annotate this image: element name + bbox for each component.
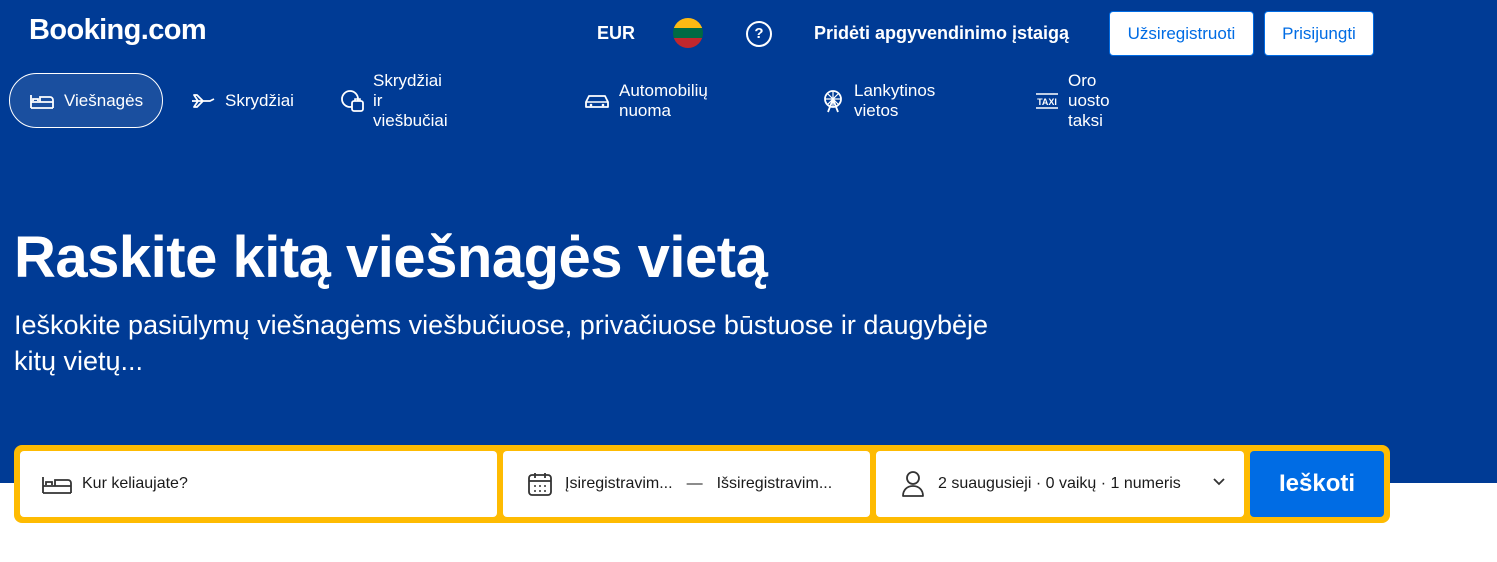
checkout-date[interactable]: Išsiregistravim... bbox=[717, 475, 833, 493]
nav-tab-label: Skrydžiai ir viešbučiai bbox=[373, 70, 448, 130]
airplane-icon bbox=[189, 89, 217, 113]
nav-tab-label: Oro uosto taksi bbox=[1068, 70, 1110, 130]
taxi-icon: TAXI bbox=[1034, 89, 1060, 113]
search-bar: Kur keliaujate? Įsiregistravim... — Išsi… bbox=[14, 445, 1390, 523]
nav-tab-flights[interactable]: Skrydžiai bbox=[189, 73, 294, 128]
nav-tab-flight-hotel[interactable]: Skrydžiai ir viešbučiai bbox=[339, 70, 450, 130]
nav-tab-car-rental[interactable]: Automobilių nuoma bbox=[583, 73, 708, 128]
hero-banner: Booking.com EUR ? Pridėti apgyvendinimo … bbox=[0, 0, 1497, 483]
question-circle-icon[interactable]: ? bbox=[746, 21, 772, 47]
booking-logo[interactable]: Booking.com bbox=[29, 14, 207, 47]
chevron-down-icon bbox=[1212, 475, 1226, 494]
currency-selector[interactable]: EUR bbox=[597, 23, 635, 44]
language-flag-icon[interactable] bbox=[673, 18, 703, 48]
nav-tab-label: Skrydžiai bbox=[225, 90, 294, 110]
bed-icon bbox=[40, 470, 74, 498]
page-title: Raskite kitą viešnagės vietą bbox=[14, 225, 768, 290]
page-subtitle: Ieškokite pasiūlymų viešnagėms viešbučiu… bbox=[14, 310, 989, 376]
person-icon bbox=[896, 470, 930, 498]
nav-tab-label: Lankytinos vietos bbox=[854, 80, 936, 120]
date-separator: — bbox=[686, 475, 703, 492]
svg-text:TAXI: TAXI bbox=[1037, 97, 1057, 107]
search-button[interactable]: Ieškoti bbox=[1250, 451, 1384, 517]
car-icon bbox=[583, 89, 611, 113]
bed-icon bbox=[28, 89, 56, 113]
add-property-link[interactable]: Pridėti apgyvendinimo įstaigą bbox=[814, 23, 1069, 44]
nav-tab-label: Automobilių nuoma bbox=[619, 80, 708, 120]
nav-tab-attractions[interactable]: Lankytinos vietos bbox=[820, 73, 937, 128]
date-picker-field[interactable]: Įsiregistravim... — Išsiregistravim... bbox=[503, 451, 870, 517]
guests-field[interactable]: 2 suaugusieji · 0 vaikų · 1 numeris bbox=[876, 451, 1244, 517]
nav-tab-label: Viešnagės bbox=[64, 90, 144, 110]
flight-hotel-icon bbox=[339, 89, 365, 113]
destination-field[interactable]: Kur keliaujate? bbox=[20, 451, 497, 517]
login-button[interactable]: Prisijungti bbox=[1264, 11, 1374, 56]
ferris-wheel-icon bbox=[820, 89, 846, 113]
checkin-date[interactable]: Įsiregistravim... bbox=[565, 475, 673, 493]
nav-tab-airport-taxi[interactable]: TAXI Oro uosto taksi bbox=[1034, 70, 1112, 130]
guests-summary: 2 suaugusieji · 0 vaikų · 1 numeris bbox=[938, 475, 1181, 492]
nav-tab-stays[interactable]: Viešnagės bbox=[9, 73, 163, 128]
destination-placeholder: Kur keliaujate? bbox=[82, 475, 188, 492]
calendar-icon bbox=[523, 470, 557, 498]
register-button[interactable]: Užsiregistruoti bbox=[1109, 11, 1254, 56]
